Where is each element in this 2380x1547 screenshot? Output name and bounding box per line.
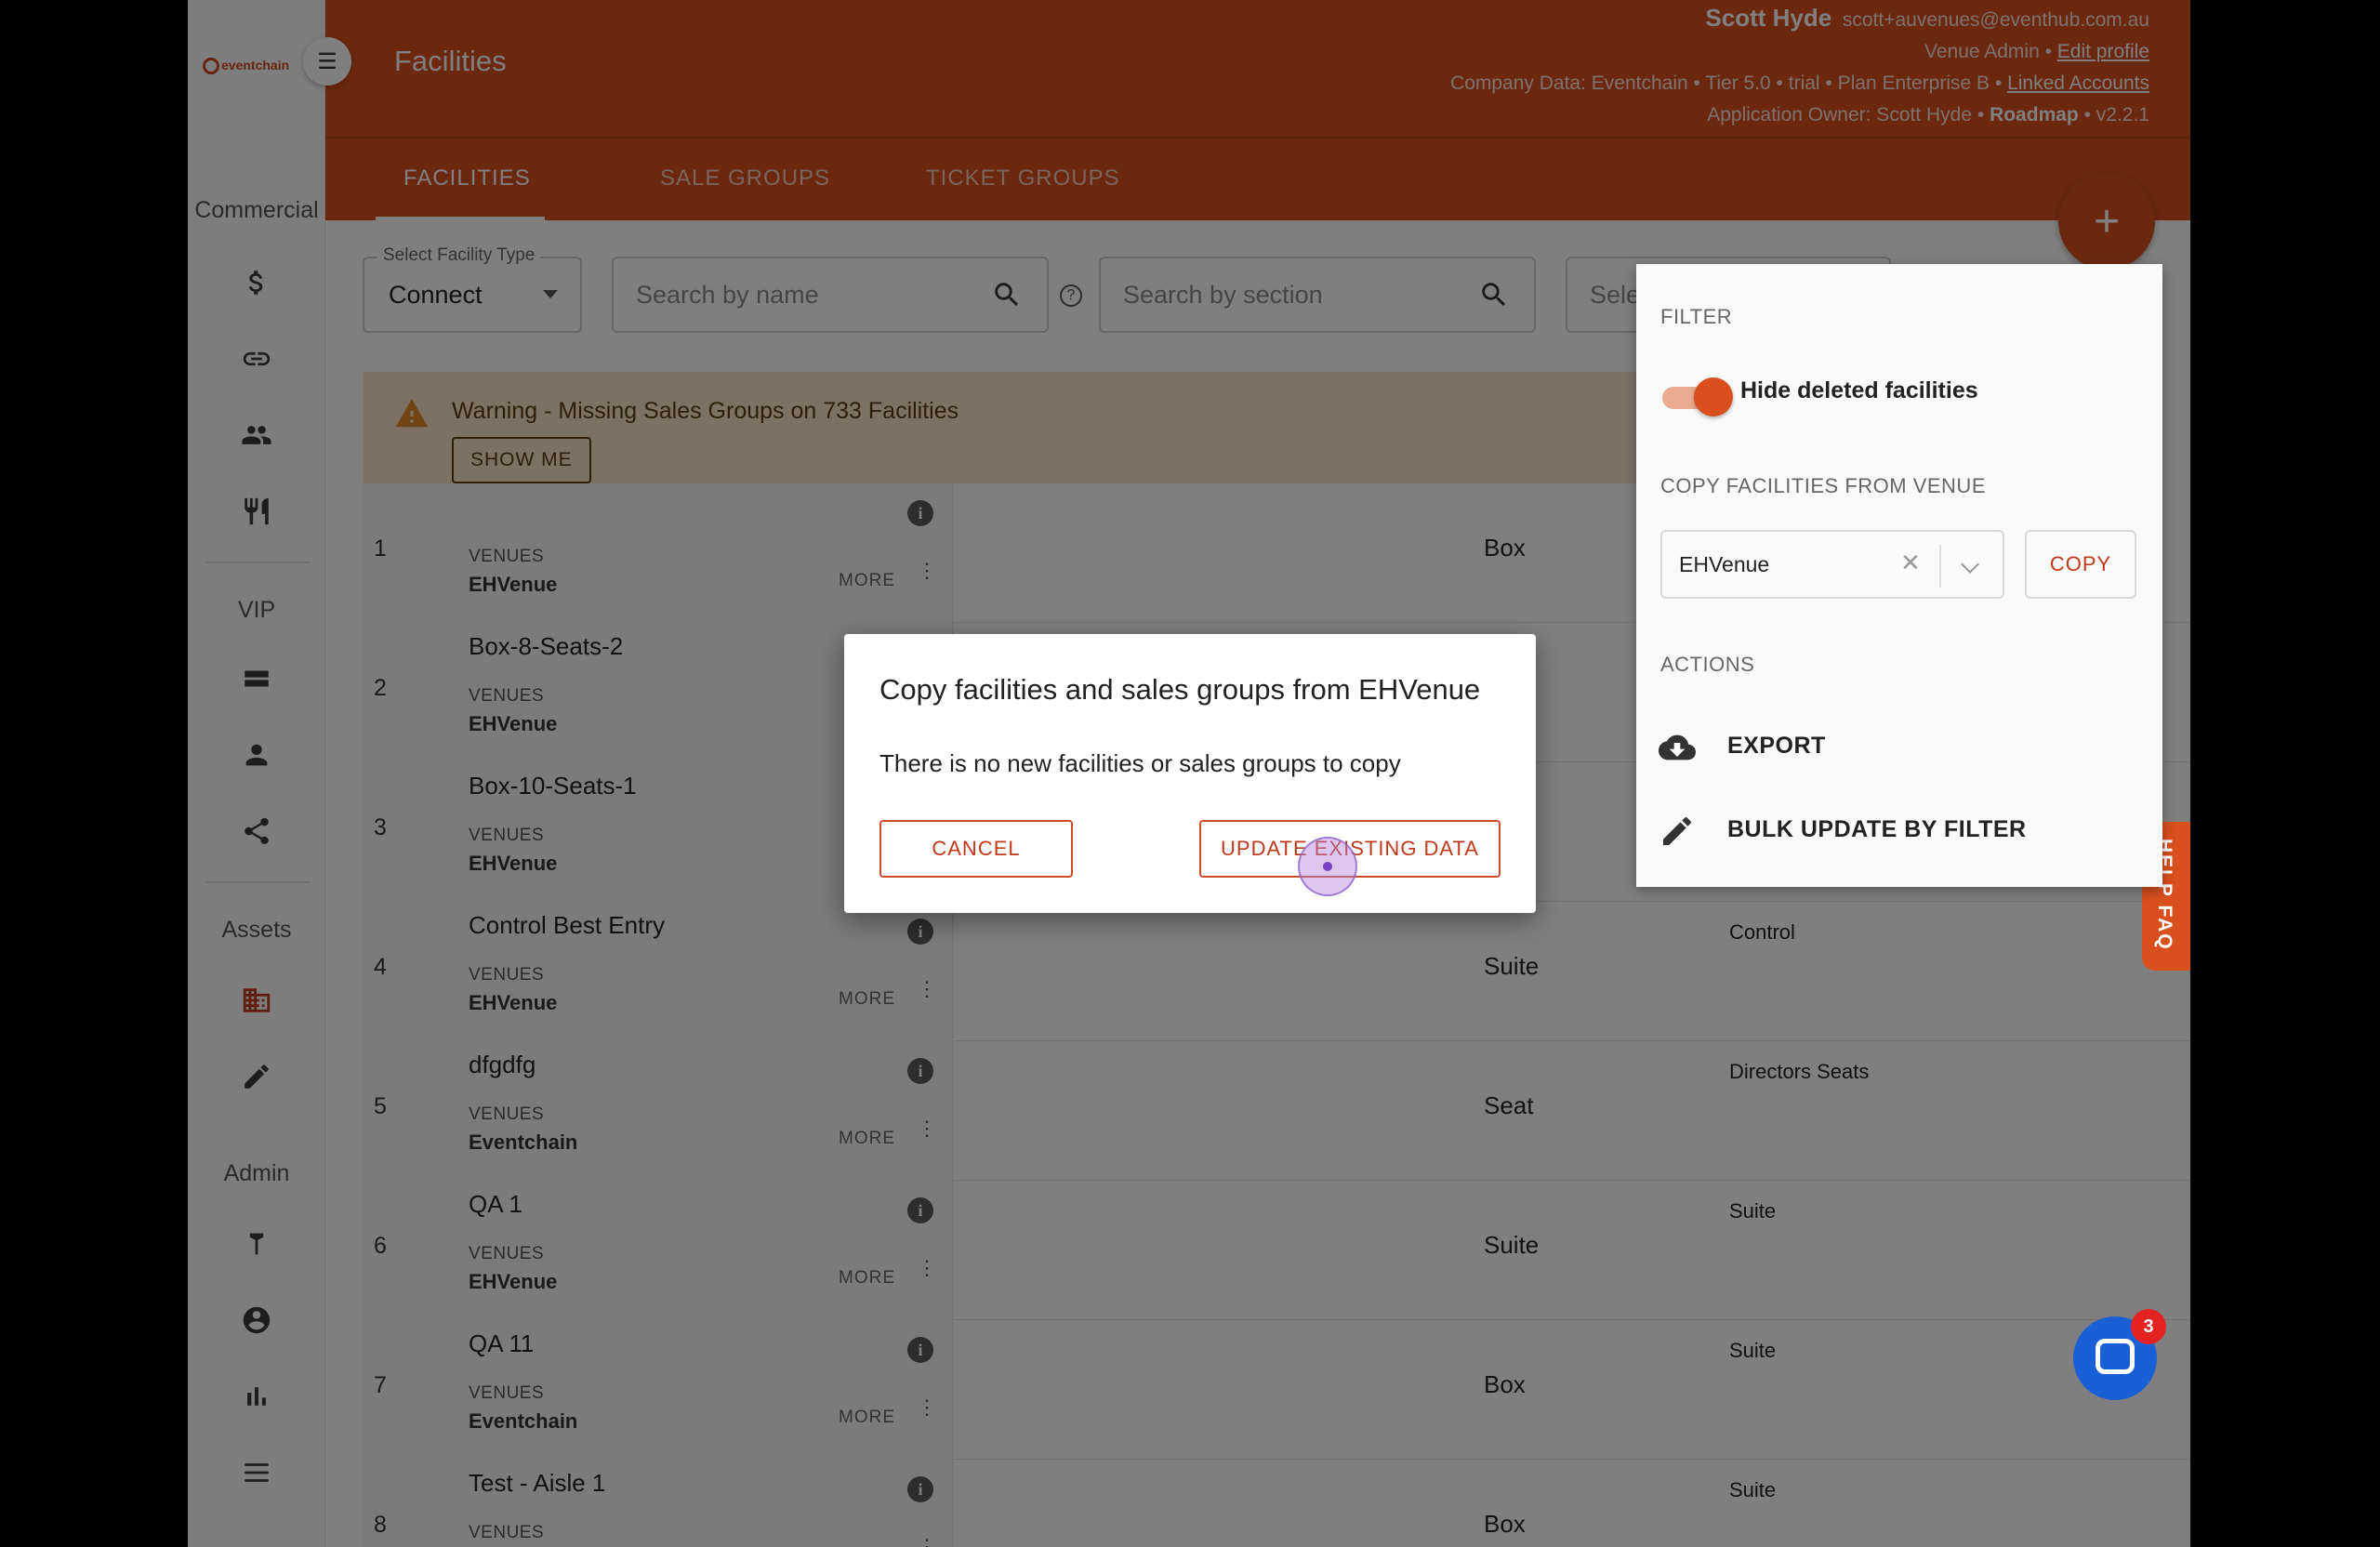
filter-panel: FILTER Hide deleted facilities COPY FACI… [1636,264,2162,887]
click-indicator [1298,837,1357,896]
bulk-update-label: BULK UPDATE BY FILTER [1727,816,2027,842]
pencil-icon [1663,816,1692,845]
chat-widget-button[interactable]: 3 [2073,1309,2166,1400]
hide-deleted-toggle[interactable] [1662,377,1733,418]
chevron-down-icon[interactable] [1961,555,1979,574]
chat-badge: 3 [2131,1309,2166,1344]
venue-select-value: EHVenue [1679,552,1770,576]
hide-deleted-label: Hide deleted facilities [1740,377,1978,403]
chat-icon [2096,1339,2135,1374]
dialog-message: There is no new facilities or sales grou… [879,749,1401,777]
cloud-download-icon [1659,734,1696,760]
copy-facilities-dialog: Copy facilities and sales groups from EH… [844,634,1536,913]
cancel-button[interactable]: CANCEL [879,820,1073,878]
venue-select[interactable]: EHVenue ✕ [1660,530,2004,599]
actions-heading: ACTIONS [1660,653,1755,676]
export-label: EXPORT [1727,733,1826,759]
app-window: eventchain Commercial VIP Assets Admin ☰… [188,0,2190,1547]
copy-button[interactable]: COPY [2025,530,2136,599]
filter-heading: FILTER [1660,305,1733,328]
clear-icon[interactable]: ✕ [1900,549,1921,577]
dialog-title: Copy facilities and sales groups from EH… [879,673,1481,706]
copy-facilities-heading: COPY FACILITIES FROM VENUE [1660,474,1986,497]
